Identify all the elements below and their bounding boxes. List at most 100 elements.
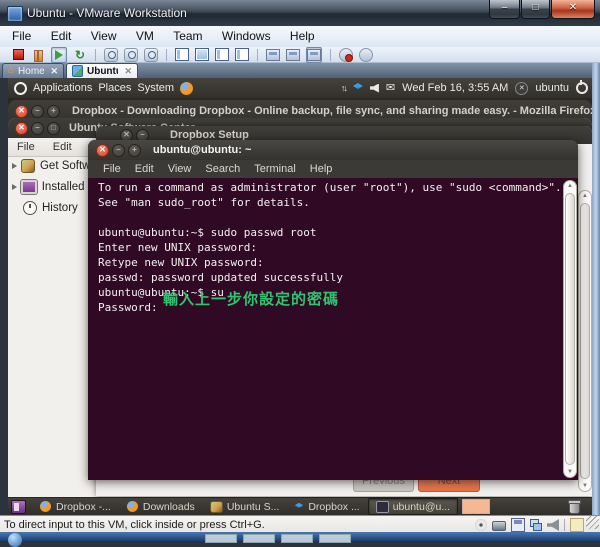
tab-ubuntu[interactable]: Ubuntu ✕	[66, 63, 138, 78]
terminal-icon	[375, 500, 389, 513]
taskbar-item-software-center[interactable]: Ubuntu S...	[203, 499, 287, 514]
taskbar-item-terminal[interactable]: ubuntu@u...	[367, 498, 459, 515]
menu-view[interactable]: View	[83, 26, 125, 46]
sc-menu-file[interactable]: File	[8, 141, 44, 153]
snapshot-manager-button[interactable]	[144, 47, 158, 62]
reset-button[interactable]: ↻	[73, 48, 87, 62]
suspend-button[interactable]	[31, 48, 45, 62]
panel-clock[interactable]: Wed Feb 16, 3:55 AM	[402, 82, 508, 94]
record-button[interactable]	[339, 47, 353, 62]
firefox-launcher-icon[interactable]	[180, 81, 194, 95]
expander-icon[interactable]	[12, 163, 17, 169]
scroll-down-icon[interactable]: ▼	[579, 483, 591, 489]
floppy-device-icon[interactable]	[511, 518, 525, 532]
resize-grip[interactable]	[586, 516, 599, 529]
scroll-thumb[interactable]	[580, 203, 590, 479]
menu-help[interactable]: Help	[282, 26, 323, 46]
software-center-close-icon[interactable]: ✕	[15, 121, 28, 135]
dropbox-setup-scrollbar[interactable]: ▲ ▼	[578, 190, 592, 492]
dropbox-icon	[295, 502, 304, 508]
terminal-menu-search[interactable]: Search	[198, 163, 247, 175]
host-taskbar-button[interactable]	[281, 534, 313, 543]
tab-ubuntu-close-icon[interactable]: ✕	[124, 66, 132, 77]
trash-icon[interactable]	[568, 500, 581, 514]
menu-file[interactable]: File	[4, 26, 39, 46]
summary-view-button[interactable]	[286, 48, 300, 62]
terminal-scrollbar[interactable]: ▲ ▼	[563, 180, 577, 478]
maximize-button[interactable]: □	[521, 0, 550, 19]
quick-switch-button[interactable]	[195, 48, 209, 62]
ubuntu-logo-icon[interactable]	[14, 81, 27, 95]
terminal-menu-terminal[interactable]: Terminal	[247, 163, 303, 175]
show-desktop-icon[interactable]	[11, 499, 26, 514]
dropbox-tray-icon[interactable]	[352, 83, 363, 89]
unity-mode-button[interactable]	[235, 48, 249, 62]
terminal-menu-edit[interactable]: Edit	[128, 163, 161, 175]
close-button[interactable]: ✕	[551, 0, 595, 19]
taskbar-item-dropbox-setup[interactable]: Dropbox ...	[287, 499, 366, 514]
terminal-close-icon[interactable]: ✕	[96, 143, 109, 157]
scroll-down-icon[interactable]: ▼	[564, 469, 576, 475]
terminal-window[interactable]: ✕ – + ubuntu@ubuntu: ~ File Edit View Se…	[88, 140, 578, 480]
tab-home[interactable]: ⌂ Home ✕	[2, 63, 64, 78]
sc-menu-edit[interactable]: Edit	[44, 141, 81, 153]
terminal-menu-view[interactable]: View	[161, 163, 199, 175]
terminal-output[interactable]: To run a command as administrator (user …	[88, 178, 578, 480]
minimize-button[interactable]: –	[489, 0, 520, 19]
power-on-button[interactable]	[51, 46, 67, 63]
host-taskbar-button[interactable]	[243, 534, 275, 543]
panel-username[interactable]: ubuntu	[535, 82, 569, 94]
menu-vm[interactable]: VM	[128, 26, 162, 46]
network-device-icon[interactable]	[530, 519, 542, 531]
expander-icon[interactable]	[12, 184, 17, 190]
panel-menu-system[interactable]: System	[137, 82, 174, 94]
taskbar-item-dropbox-page[interactable]: Dropbox -...	[32, 499, 118, 514]
window-preview-thumbnail[interactable]	[462, 499, 491, 514]
host-taskbar-button[interactable]	[205, 534, 237, 543]
sidebar-item-installed[interactable]: Installed So	[10, 177, 96, 197]
cdrom-device-icon[interactable]	[475, 519, 487, 531]
fullscreen-button[interactable]	[215, 48, 229, 62]
host-taskbar-button[interactable]	[319, 534, 351, 543]
network-indicator-icon[interactable]: ↑↓	[341, 83, 348, 93]
scroll-thumb[interactable]	[565, 193, 575, 465]
menu-windows[interactable]: Windows	[214, 26, 279, 46]
start-orb-icon[interactable]	[8, 533, 22, 547]
power-off-button[interactable]	[11, 48, 25, 62]
scroll-up-icon[interactable]: ▲	[564, 183, 576, 189]
show-sidebar-button[interactable]	[175, 48, 189, 62]
scroll-up-icon[interactable]: ▲	[579, 193, 591, 199]
snapshot-take-button[interactable]	[104, 47, 118, 62]
harddisk-device-icon[interactable]	[492, 521, 506, 531]
session-indicator-icon[interactable]: ✕	[515, 81, 529, 95]
power-menu-icon[interactable]	[576, 80, 588, 94]
replay-button[interactable]	[359, 47, 373, 62]
sound-device-icon[interactable]	[547, 519, 559, 531]
tab-home-close-icon[interactable]: ✕	[50, 66, 58, 77]
panel-menu-applications[interactable]: Applications	[33, 82, 92, 94]
console-view-button[interactable]	[266, 48, 280, 62]
sidebar-item-get-software[interactable]: Get Softwar	[10, 156, 96, 176]
messaging-icon[interactable]: ✉	[386, 82, 395, 94]
terminal-minimize-icon[interactable]: –	[112, 143, 125, 157]
terminal-menu-file[interactable]: File	[96, 163, 128, 175]
taskbar-item-label: Ubuntu S...	[226, 500, 280, 513]
firefox-minimize-icon[interactable]: –	[31, 104, 44, 118]
software-center-minimize-icon[interactable]: –	[31, 121, 44, 135]
software-center-maximize-icon[interactable]: □	[47, 121, 60, 135]
menu-team[interactable]: Team	[165, 26, 210, 46]
snapshot-revert-button[interactable]	[124, 47, 138, 62]
appliance-view-button[interactable]	[306, 46, 322, 63]
terminal-maximize-icon[interactable]: +	[128, 143, 141, 157]
firefox-maximize-icon[interactable]: +	[47, 104, 60, 118]
vm-display[interactable]: Applications Places System ↑↓ ✉ Wed Feb …	[8, 78, 592, 515]
terminal-menu-help[interactable]: Help	[303, 163, 340, 175]
volume-icon[interactable]	[369, 83, 379, 93]
sidebar-item-history[interactable]: History	[10, 198, 96, 218]
taskbar-item-downloads[interactable]: Downloads	[119, 499, 202, 514]
firefox-close-icon[interactable]: ✕	[15, 104, 28, 118]
menu-edit[interactable]: Edit	[43, 26, 80, 46]
message-log-icon[interactable]	[570, 518, 584, 532]
panel-menu-places[interactable]: Places	[98, 82, 131, 94]
